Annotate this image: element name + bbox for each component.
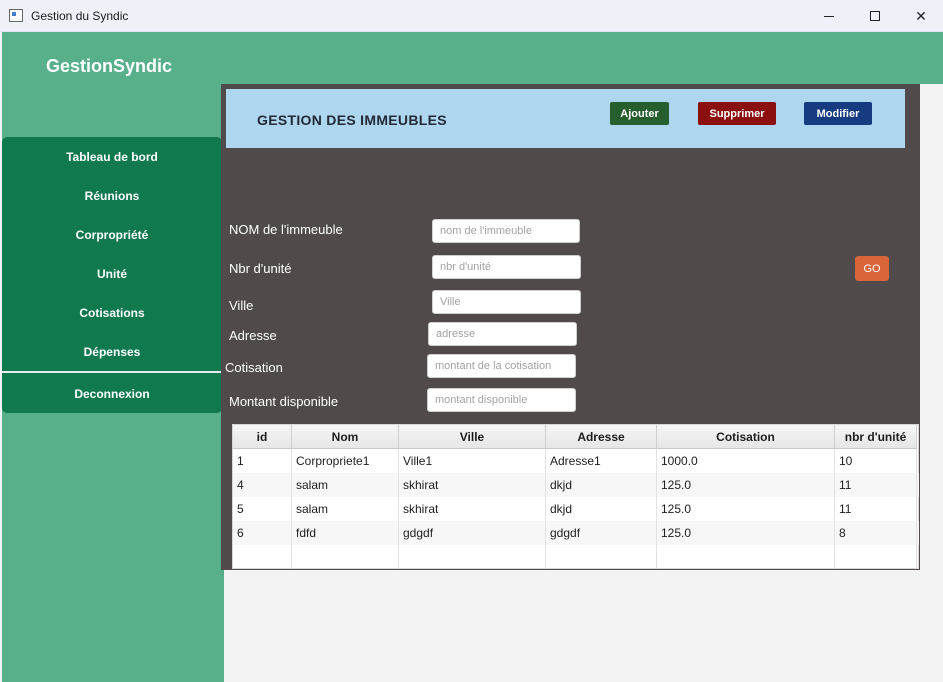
title-bar: Gestion du Syndic ✕	[0, 0, 943, 32]
table-row[interactable]: 5 salam skhirat dkjd 125.0 11	[233, 497, 919, 521]
sidebar-item-depenses[interactable]: Dépenses	[2, 332, 222, 371]
delete-button[interactable]: Supprimer	[698, 102, 776, 125]
window-title: Gestion du Syndic	[31, 9, 129, 23]
cell-adresse: gdgdf	[546, 521, 657, 545]
cell-nbr-unite: 8	[835, 521, 917, 545]
cell-id: 1	[233, 449, 292, 473]
available-amount-label: Montant disponible	[229, 394, 339, 409]
add-button[interactable]: Ajouter	[610, 102, 669, 125]
cell-nom: salam	[292, 473, 399, 497]
logout-button[interactable]: Deconnexion	[2, 374, 222, 413]
contribution-input[interactable]	[427, 354, 576, 378]
column-header-nom[interactable]: Nom	[292, 425, 399, 449]
column-header-nbr-unite[interactable]: nbr d'unité	[835, 425, 917, 449]
sidebar-item-corpropriete[interactable]: Corpropriété	[2, 215, 222, 254]
go-button[interactable]: GO	[855, 256, 889, 281]
cell-cotisation: 125.0	[657, 473, 835, 497]
cell-nbr-unite: 11	[835, 497, 917, 521]
building-name-label: NOM de l'immeuble	[229, 222, 343, 237]
minimize-button[interactable]	[806, 0, 852, 32]
cell-ville: Ville1	[399, 449, 546, 473]
cell-ville: skhirat	[399, 497, 546, 521]
city-input[interactable]	[432, 290, 581, 314]
cell-id: 6	[233, 521, 292, 545]
buildings-table: id Nom Ville Adresse Cotisation nbr d'un…	[232, 424, 919, 569]
cell-cotisation	[657, 545, 835, 569]
page-header: GESTION DES IMMEUBLES Ajouter Supprimer …	[226, 89, 905, 148]
minimize-icon	[824, 15, 834, 17]
app-header: GestionSyndic	[2, 32, 943, 84]
sidebar-item-reunions[interactable]: Réunions	[2, 176, 222, 215]
unit-count-label: Nbr d'unité	[229, 261, 292, 276]
app-window-icon	[9, 9, 23, 22]
cell-ville: skhirat	[399, 473, 546, 497]
cell-nbr-unite	[835, 545, 917, 569]
sidebar-nav: Tableau de bord Réunions Corpropriété Un…	[2, 137, 222, 413]
building-name-input[interactable]	[432, 219, 580, 243]
table-row[interactable]	[233, 545, 919, 569]
cell-cotisation: 125.0	[657, 497, 835, 521]
main-panel: GESTION DES IMMEUBLES Ajouter Supprimer …	[221, 84, 920, 570]
column-header-id[interactable]: id	[233, 425, 292, 449]
cell-adresse: Adresse1	[546, 449, 657, 473]
table-row[interactable]: 4 salam skhirat dkjd 125.0 11	[233, 473, 919, 497]
column-header-ville[interactable]: Ville	[399, 425, 546, 449]
address-input[interactable]	[428, 322, 577, 346]
contribution-label: Cotisation	[225, 360, 283, 375]
cell-nbr-unite: 11	[835, 473, 917, 497]
cell-nom: salam	[292, 497, 399, 521]
close-button[interactable]: ✕	[898, 0, 943, 32]
cell-nom	[292, 545, 399, 569]
cell-ville	[399, 545, 546, 569]
edit-button[interactable]: Modifier	[804, 102, 872, 125]
table-row[interactable]: 6 fdfd gdgdf gdgdf 125.0 8	[233, 521, 919, 545]
cell-ville: gdgdf	[399, 521, 546, 545]
maximize-icon	[870, 11, 880, 21]
cell-nom: fdfd	[292, 521, 399, 545]
maximize-button[interactable]	[852, 0, 898, 32]
cell-adresse: dkjd	[546, 497, 657, 521]
sidebar-item-unite[interactable]: Unité	[2, 254, 222, 293]
column-header-adresse[interactable]: Adresse	[546, 425, 657, 449]
table-row[interactable]: 1 Corpropriete1 Ville1 Adresse1 1000.0 1…	[233, 449, 919, 473]
cell-cotisation: 125.0	[657, 521, 835, 545]
column-header-cotisation[interactable]: Cotisation	[657, 425, 835, 449]
city-label: Ville	[229, 298, 254, 313]
close-icon: ✕	[915, 7, 927, 24]
unit-count-input[interactable]	[432, 255, 581, 279]
available-amount-input[interactable]	[427, 388, 576, 412]
cell-cotisation: 1000.0	[657, 449, 835, 473]
page-title: GESTION DES IMMEUBLES	[257, 112, 447, 128]
sidebar: Tableau de bord Réunions Corpropriété Un…	[2, 84, 224, 682]
cell-nom: Corpropriete1	[292, 449, 399, 473]
cell-nbr-unite: 10	[835, 449, 917, 473]
sidebar-divider	[2, 371, 222, 373]
sidebar-item-cotisations[interactable]: Cotisations	[2, 293, 222, 332]
cell-adresse: dkjd	[546, 473, 657, 497]
brand-title: GestionSyndic	[46, 56, 173, 76]
cell-id: 5	[233, 497, 292, 521]
table-header: id Nom Ville Adresse Cotisation nbr d'un…	[233, 425, 919, 449]
address-label: Adresse	[229, 328, 277, 343]
app-window: Gestion du Syndic ✕ GestionSyndic Tablea…	[0, 0, 943, 682]
cell-adresse	[546, 545, 657, 569]
sidebar-item-tableau-de-bord[interactable]: Tableau de bord	[2, 137, 222, 176]
cell-id: 4	[233, 473, 292, 497]
cell-id	[233, 545, 292, 569]
